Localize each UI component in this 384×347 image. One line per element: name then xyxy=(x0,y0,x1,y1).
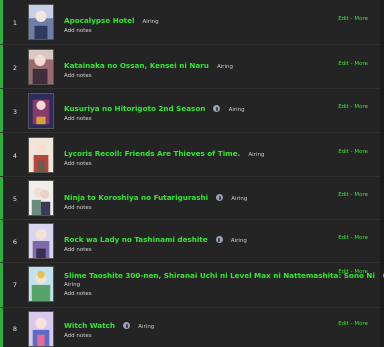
poster-image[interactable] xyxy=(28,93,54,129)
edit-link[interactable]: Edit xyxy=(338,269,349,275)
add-notes-link[interactable]: Add notes xyxy=(64,27,354,36)
separator: - xyxy=(350,235,353,241)
list-item: 2 Katainaka no Ossan, Kensei ni Naru Air… xyxy=(0,45,380,89)
list-item: 5 Ninja to Koroshiya no Futarigurashi Ai… xyxy=(0,177,380,220)
status-bar xyxy=(0,263,3,307)
anime-title-link[interactable]: Ninja to Koroshiya no Futarigurashi xyxy=(64,193,208,202)
anime-title-link[interactable]: Lycoris Recoil: Friends Are Thieves of T… xyxy=(64,149,240,158)
list-item: 1 Apocalypse Hotel Airing Add notes Edit… xyxy=(0,0,380,45)
item-number: 5 xyxy=(12,195,18,203)
item-number: 4 xyxy=(12,152,18,160)
separator: - xyxy=(350,16,353,22)
edit-link[interactable]: Edit xyxy=(338,149,349,155)
add-notes-link[interactable]: Add notes xyxy=(64,246,354,255)
poster-image[interactable] xyxy=(28,266,54,302)
status-bar xyxy=(0,220,3,262)
add-notes-link[interactable]: Add notes xyxy=(64,72,354,81)
airing-status-icon xyxy=(216,194,224,201)
status-bar xyxy=(0,89,3,132)
poster-image[interactable] xyxy=(28,311,54,347)
more-link[interactable]: More xyxy=(354,269,368,275)
list-item: 8 Witch Watch Airing Add notes Edit - Mo… xyxy=(0,308,380,347)
poster-image[interactable] xyxy=(28,137,54,173)
separator: - xyxy=(350,104,353,110)
more-link[interactable]: More xyxy=(354,61,368,67)
poster-image[interactable] xyxy=(28,223,54,259)
poster-image[interactable] xyxy=(28,4,54,40)
more-link[interactable]: More xyxy=(354,104,368,110)
status-bar xyxy=(0,308,3,347)
edit-link[interactable]: Edit xyxy=(338,104,349,110)
separator: - xyxy=(350,321,353,327)
item-number: 7 xyxy=(12,281,18,289)
add-notes-link[interactable]: Add notes xyxy=(64,160,354,169)
add-notes-link[interactable]: Add notes xyxy=(64,290,354,299)
more-link[interactable]: More xyxy=(354,321,368,327)
anime-title-link[interactable]: Kusuriya no Hitorigoto 2nd Season xyxy=(64,104,205,113)
add-notes-link[interactable]: Add notes xyxy=(64,204,354,213)
status-bar xyxy=(0,45,3,88)
separator: - xyxy=(350,61,353,67)
airing-status: Airing xyxy=(230,238,247,244)
item-number: 2 xyxy=(12,64,18,72)
separator: - xyxy=(350,149,353,155)
airing-status: Airing xyxy=(216,64,234,70)
item-number: 1 xyxy=(12,19,18,27)
anime-title-link[interactable]: Katainaka no Ossan, Kensei ni Naru xyxy=(64,61,209,70)
edit-link[interactable]: Edit xyxy=(338,61,349,67)
more-link[interactable]: More xyxy=(354,16,368,22)
item-number: 3 xyxy=(12,108,18,116)
more-link[interactable]: More xyxy=(354,235,368,241)
add-notes-link[interactable]: Add notes xyxy=(64,332,354,341)
airing-status: Airing xyxy=(142,19,159,25)
more-link[interactable]: More xyxy=(354,149,368,155)
anime-list: 1 Apocalypse Hotel Airing Add notes Edit… xyxy=(0,0,384,347)
airing-status: Airing xyxy=(248,152,265,158)
airing-status-icon xyxy=(213,105,221,112)
edit-link[interactable]: Edit xyxy=(338,16,349,22)
status-bar xyxy=(0,0,3,44)
poster-image[interactable] xyxy=(28,180,54,216)
separator: - xyxy=(350,192,353,198)
airing-status-icon xyxy=(215,236,223,243)
anime-title-link[interactable]: Witch Watch xyxy=(64,321,115,330)
airing-status: Airing xyxy=(64,282,81,288)
item-number: 8 xyxy=(12,325,18,333)
anime-title-link[interactable]: Slime Taoshite 300-nen, Shiranai Uchi ni… xyxy=(64,271,375,280)
anime-title-link[interactable]: Rock wa Lady no Tashinami deshite xyxy=(64,235,208,244)
add-notes-link[interactable]: Add notes xyxy=(64,115,354,124)
more-link[interactable]: More xyxy=(354,192,368,198)
edit-link[interactable]: Edit xyxy=(338,321,349,327)
airing-status: Airing xyxy=(231,196,248,202)
poster-image[interactable] xyxy=(28,49,54,85)
list-item: 6 Rock wa Lady no Tashinami deshite Airi… xyxy=(0,220,380,263)
airing-status: Airing xyxy=(228,107,245,113)
edit-link[interactable]: Edit xyxy=(338,192,349,198)
item-number: 6 xyxy=(12,238,18,246)
status-bar xyxy=(0,177,3,219)
airing-status-icon xyxy=(123,322,131,329)
separator: - xyxy=(350,269,353,275)
list-item: 4 Lycoris Recoil: Friends Are Thieves of… xyxy=(0,133,380,177)
list-item: 3 Kusuriya no Hitorigoto 2nd Season Airi… xyxy=(0,89,380,133)
list-item: 7 Slime Taoshite 300-nen, Shiranai Uchi … xyxy=(0,263,384,308)
airing-status: Airing xyxy=(138,324,155,330)
status-bar xyxy=(0,133,3,176)
edit-link[interactable]: Edit xyxy=(338,235,349,241)
anime-title-link[interactable]: Apocalypse Hotel xyxy=(64,16,134,25)
